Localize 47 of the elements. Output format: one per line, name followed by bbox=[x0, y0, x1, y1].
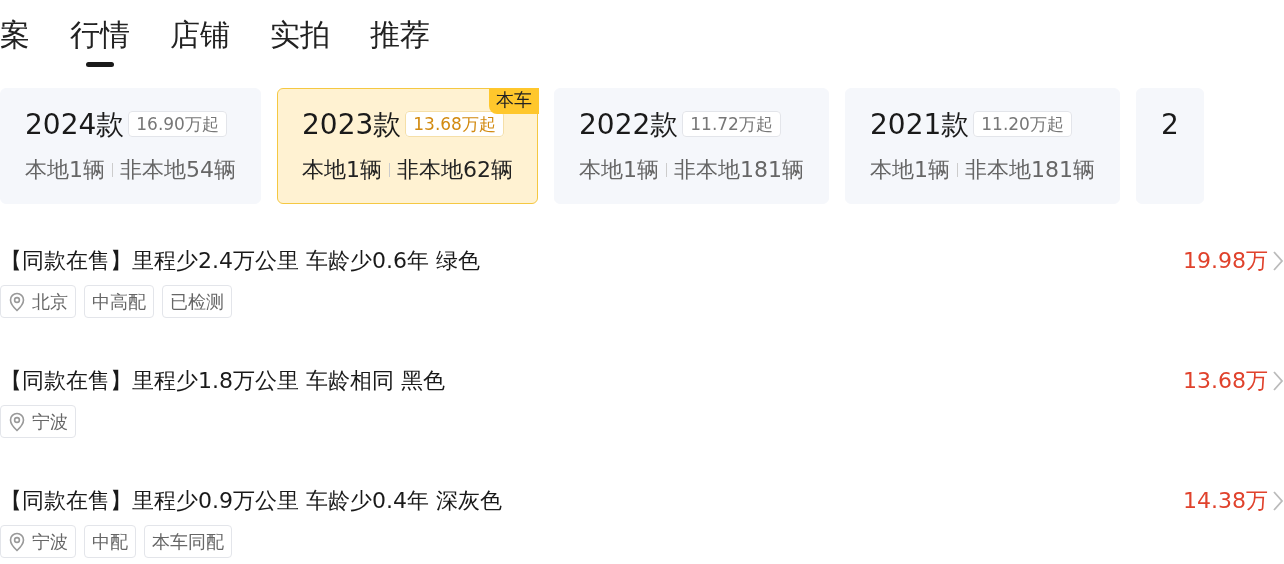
location-pin-icon bbox=[8, 291, 26, 312]
model-year-card[interactable]: 2022款 $^{11.72万起}$ 本地1辆 非本地181辆 bbox=[554, 88, 829, 204]
chevron-right-icon[interactable] bbox=[1272, 369, 1284, 392]
year-label: 2022款 bbox=[579, 108, 679, 141]
nonlocal-count: 非本地181辆 bbox=[674, 156, 804, 184]
chevron-right-icon[interactable] bbox=[1272, 249, 1284, 272]
listing-price: 19.98万 bbox=[1183, 247, 1268, 275]
model-year-card[interactable]: 2024款 $^{16.90万起}$ 本地1辆 非本地54辆 bbox=[0, 88, 261, 204]
tag: 已检测 bbox=[162, 285, 232, 318]
listing-price: 13.68万 bbox=[1183, 367, 1268, 395]
tag: 中配 bbox=[84, 525, 136, 558]
tag: 中高配 bbox=[84, 285, 154, 318]
nonlocal-count: 非本地54辆 bbox=[120, 156, 236, 184]
local-count: 本地1辆 bbox=[579, 156, 659, 184]
price-tag: 16.90万起 bbox=[128, 111, 227, 137]
local-count: 本地1辆 bbox=[870, 156, 950, 184]
location-text: 宁波 bbox=[32, 410, 68, 434]
location-pin-icon bbox=[8, 411, 26, 432]
location-text: 宁波 bbox=[32, 530, 68, 554]
year-label: 2021款 bbox=[870, 108, 970, 141]
model-year-card[interactable]: 2 bbox=[1136, 88, 1204, 204]
local-count: 本地1辆 bbox=[25, 156, 105, 184]
tab[interactable]: 行情 bbox=[70, 12, 130, 80]
nonlocal-count: 非本地181辆 bbox=[965, 156, 1095, 184]
year-label: 2024款 bbox=[25, 108, 125, 141]
price-tag: 11.20万起 bbox=[973, 111, 1072, 137]
current-car-badge: 本车 bbox=[489, 88, 539, 114]
model-year-card[interactable]: 本车 2023款 $^{13.68万起}$ 本地1辆 非本地62辆 bbox=[277, 88, 538, 204]
tag: 本车同配 bbox=[144, 525, 232, 558]
price-tag: 13.68万起 bbox=[405, 111, 504, 137]
location-pin-icon bbox=[8, 531, 26, 552]
year-label: 2023款 bbox=[302, 108, 402, 141]
nonlocal-count: 非本地62辆 bbox=[397, 156, 513, 184]
tab[interactable]: 案 bbox=[0, 12, 30, 80]
price-tag: 11.72万起 bbox=[682, 111, 781, 137]
listing-title[interactable]: 【同款在售】里程少1.8万公里 车龄相同 黑色 bbox=[0, 366, 445, 395]
year-label: 2 bbox=[1161, 108, 1179, 141]
listing-title[interactable]: 【同款在售】里程少0.9万公里 车龄少0.4年 深灰色 bbox=[0, 486, 502, 515]
chevron-right-icon[interactable] bbox=[1272, 489, 1284, 512]
tab[interactable]: 实拍 bbox=[270, 12, 330, 80]
listing-price: 14.38万 bbox=[1183, 487, 1268, 515]
tab[interactable]: 店铺 bbox=[170, 12, 230, 80]
tab[interactable]: 推荐 bbox=[370, 12, 430, 80]
location-text: 北京 bbox=[32, 290, 68, 314]
listing-title[interactable]: 【同款在售】里程少2.4万公里 车龄少0.6年 绿色 bbox=[0, 246, 480, 275]
local-count: 本地1辆 bbox=[302, 156, 382, 184]
model-year-card[interactable]: 2021款 $^{11.20万起}$ 本地1辆 非本地181辆 bbox=[845, 88, 1120, 204]
